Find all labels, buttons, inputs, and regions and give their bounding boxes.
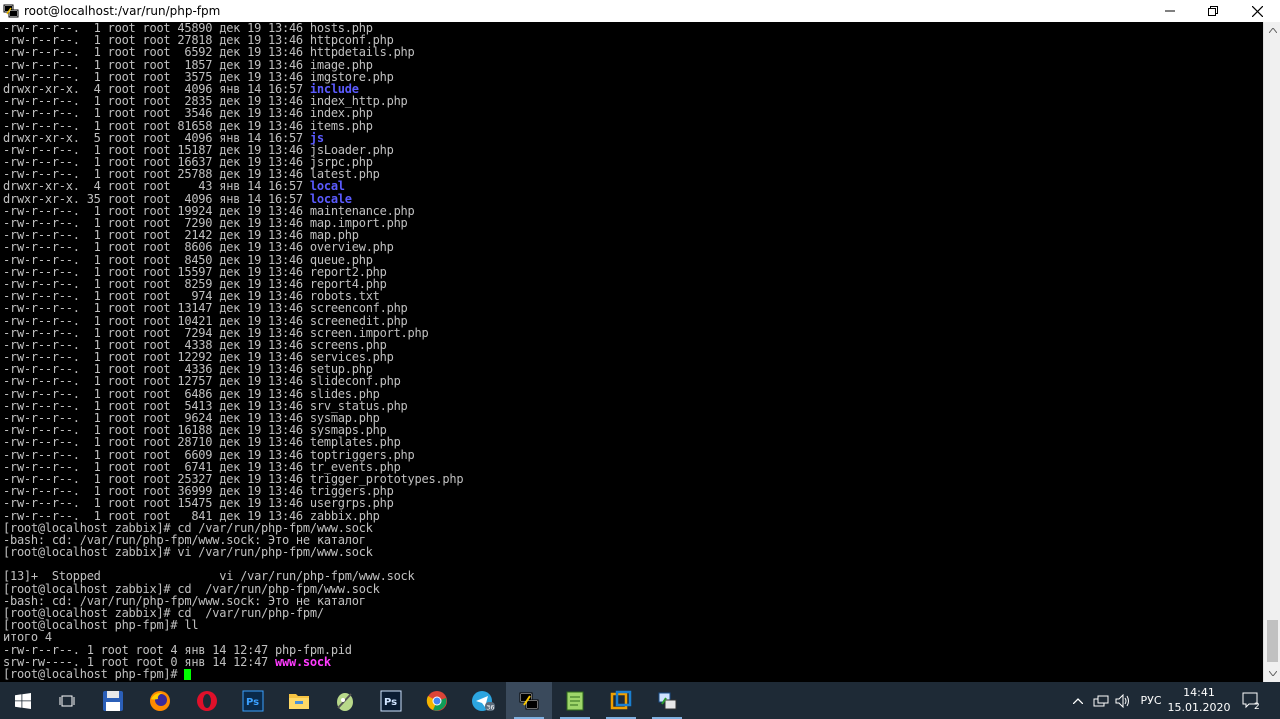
start-button[interactable] bbox=[0, 682, 46, 719]
chevron-up-icon bbox=[1268, 28, 1277, 33]
telegram-icon: 36 bbox=[472, 690, 495, 711]
task-view-button[interactable] bbox=[44, 682, 90, 719]
terminal-line: [root@localhost php-fpm]# ll bbox=[0, 619, 1263, 631]
file-explorer-icon bbox=[289, 693, 309, 709]
terminal-line: srw-rw----. 1 root root 0 янв 14 12:47 w… bbox=[0, 656, 1263, 668]
terminal-line: [root@localhost zabbix]# vi /var/run/php… bbox=[0, 546, 1263, 558]
terminal-output[interactable]: -rw-r--r--. 1 root root 45890 дек 19 13:… bbox=[0, 22, 1263, 682]
terminal-scrollbar[interactable] bbox=[1263, 22, 1280, 682]
tray-network-button[interactable] bbox=[1090, 682, 1112, 719]
clock-date: 15.01.2020 bbox=[1167, 701, 1231, 714]
taskbar: Ps Ps 36 РУС 14:41 15.01.2020 2 bbox=[0, 682, 1280, 719]
putty-icon bbox=[3, 4, 19, 18]
line-text: [root@localhost zabbix]# vi /var/run/php… bbox=[3, 545, 373, 560]
floppy-disk-icon bbox=[103, 690, 123, 711]
photoshop-icon: Ps bbox=[380, 690, 402, 711]
tray-volume-button[interactable] bbox=[1112, 682, 1134, 719]
task-view-icon bbox=[59, 695, 75, 706]
line-text: [root@localhost php-fpm]# bbox=[3, 666, 185, 681]
notification-count: 2 bbox=[1254, 702, 1260, 710]
taskbar-app-firefox[interactable] bbox=[137, 682, 183, 719]
scroll-thumb[interactable] bbox=[1267, 620, 1278, 662]
chevron-down-icon bbox=[1268, 671, 1277, 676]
speaker-icon bbox=[1115, 693, 1129, 708]
taskbar-app-opera[interactable] bbox=[184, 682, 230, 719]
scroll-down-button[interactable] bbox=[1264, 665, 1280, 682]
socket-name: www.sock bbox=[275, 654, 331, 669]
network-app-icon bbox=[658, 692, 677, 709]
clock-time: 14:41 bbox=[1183, 686, 1215, 699]
taskbar-app-network[interactable] bbox=[644, 682, 690, 719]
minimize-icon bbox=[1165, 10, 1175, 12]
firefox-icon bbox=[150, 690, 170, 711]
svg-text:Ps: Ps bbox=[384, 697, 397, 708]
chevron-up-icon bbox=[1073, 697, 1083, 704]
scroll-up-button[interactable] bbox=[1264, 22, 1280, 39]
terminal-line: [root@localhost php-fpm]# bbox=[0, 668, 1263, 680]
taskbar-app-notepadpp[interactable] bbox=[322, 682, 368, 719]
notifications-button[interactable]: 2 bbox=[1238, 682, 1266, 719]
close-icon bbox=[1251, 5, 1263, 17]
photoshop-icon: Ps bbox=[242, 690, 264, 711]
notification-icon: 2 bbox=[1242, 692, 1260, 710]
taskbar-app-photoshop-1[interactable]: Ps bbox=[230, 682, 276, 719]
restore-icon bbox=[1208, 6, 1218, 16]
opera-icon bbox=[197, 690, 217, 711]
virtualbox-icon bbox=[610, 690, 632, 709]
svg-text:Ps: Ps bbox=[246, 697, 259, 708]
taskbar-app-notepad[interactable] bbox=[552, 682, 598, 719]
taskbar-app-explorer[interactable] bbox=[276, 682, 322, 719]
taskbar-app-telegram[interactable]: 36 bbox=[460, 682, 506, 719]
window-title: root@localhost:/var/run/php-fpm bbox=[24, 4, 221, 18]
restore-button[interactable] bbox=[1190, 0, 1236, 22]
notepad-plus-icon bbox=[337, 692, 353, 711]
chrome-icon bbox=[426, 690, 447, 711]
window-titlebar[interactable]: root@localhost:/var/run/php-fpm bbox=[0, 0, 1280, 22]
text-cursor bbox=[184, 668, 192, 680]
taskbar-app-floppy[interactable] bbox=[90, 682, 136, 719]
taskbar-app-chrome[interactable] bbox=[414, 682, 460, 719]
tray-overflow-button[interactable] bbox=[1068, 682, 1088, 719]
taskbar-app-putty[interactable] bbox=[506, 682, 552, 719]
language-label: РУС bbox=[1140, 694, 1162, 707]
close-button[interactable] bbox=[1234, 0, 1280, 22]
putty-icon bbox=[519, 692, 539, 709]
taskbar-clock[interactable]: 14:41 15.01.2020 bbox=[1160, 685, 1238, 715]
network-icon bbox=[1093, 695, 1109, 706]
minimize-button[interactable] bbox=[1147, 0, 1193, 22]
windows-start-icon bbox=[15, 692, 31, 709]
taskbar-app-photoshop-2[interactable]: Ps bbox=[368, 682, 414, 719]
notepad-icon bbox=[566, 691, 584, 710]
telegram-badge: 36 bbox=[486, 703, 494, 711]
taskbar-app-virtualbox[interactable] bbox=[598, 682, 644, 719]
